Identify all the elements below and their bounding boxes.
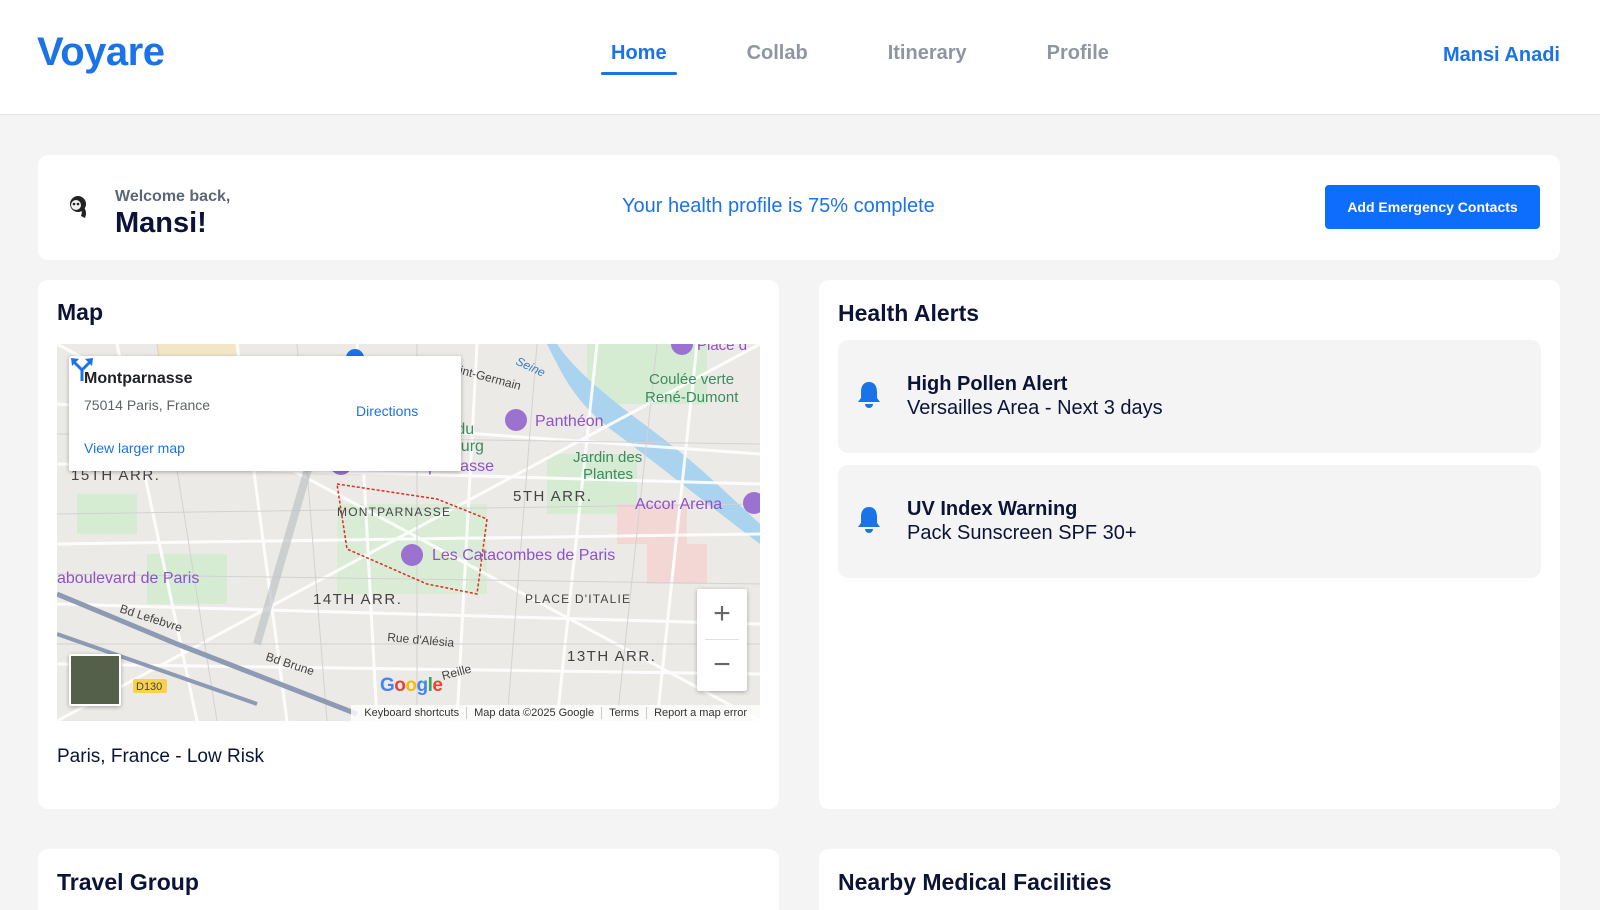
avatar-icon [70,196,86,218]
keyboard-shortcuts-link[interactable]: Keyboard shortcuts [357,707,466,719]
place-name: Montparnasse [84,370,193,387]
map-label-accor: Accor Arena [635,496,722,513]
map-label-14th: 14TH ARR. [313,591,402,608]
add-emergency-contacts-button[interactable]: Add Emergency Contacts [1325,185,1540,229]
top-header: Voyare Home Collab Itinerary Profile Man… [0,0,1600,115]
alert-title: High Pollen Alert [907,373,1068,395]
map-attribution: Keyboard shortcuts Map data ©2025 Google… [351,705,760,721]
welcome-greeting: Welcome back, [115,188,231,205]
map-label-jardin1: Jardin des [573,449,642,466]
medical-facilities-title: Nearby Medical Facilities [838,869,1112,895]
map-label-5th: 5TH ARR. [513,488,593,505]
zoom-in-button[interactable]: + [697,589,747,639]
satellite-toggle[interactable] [69,654,121,706]
zoom-controls: + − [697,589,747,691]
nav-collab[interactable]: Collab [737,42,818,75]
google-logo: Google [380,675,443,696]
map-label-coulee: Coulée verte [649,371,734,388]
place-address: 75014 Paris, France [84,397,211,413]
alert-item: UV Index Warning Pack Sunscreen SPF 30+ [838,465,1541,578]
place-info-box: Montparnasse 75014 Paris, France View la… [69,356,461,471]
bell-icon [858,507,880,533]
travel-group-title: Travel Group [57,869,199,895]
bell-icon [858,382,880,408]
embedded-map[interactable]: 15TH ARR. 5TH ARR. 14TH ARR. 13TH ARR. M… [57,344,760,721]
map-card-title: Map [57,299,103,325]
health-profile-status: Your health profile is 75% complete [622,195,935,217]
alert-detail: Versailles Area - Next 3 days [907,397,1163,419]
map-label-catacombes: Les Catacombes de Paris [432,547,615,564]
nav-itinerary[interactable]: Itinerary [878,42,977,75]
map-label-montparnasse: MONTPARNASSE [337,505,451,519]
directions-icon[interactable] [69,356,95,382]
map-label-d130: D130 [136,681,162,693]
map-label-13th: 13TH ARR. [567,648,656,665]
travel-group-card: Travel Group [38,849,779,910]
map-card: Map 15TH ARR. 5TH ARR. 14TH ARR. 13TH AR… [38,280,779,809]
map-label-rene: René-Dumont [645,389,739,406]
directions-link[interactable]: Directions [356,403,418,419]
map-label-pantheon: Panthéon [535,413,604,430]
nav-profile[interactable]: Profile [1037,42,1119,75]
map-label-place-italie: PLACE D'ITALIE [525,592,631,606]
report-map-error-link[interactable]: Report a map error [646,707,754,719]
view-larger-map-link[interactable]: View larger map [84,440,185,456]
map-data-text: Map data ©2025 Google [466,707,601,719]
terms-link[interactable]: Terms [601,707,646,719]
health-alerts-title: Health Alerts [838,300,980,326]
zoom-out-button[interactable]: − [697,640,747,690]
user-name-link[interactable]: Mansi Anadi [1443,44,1560,67]
alert-title: UV Index Warning [907,498,1078,520]
alert-detail: Pack Sunscreen SPF 30+ [907,522,1137,544]
map-caption: Paris, France - Low Risk [57,746,264,767]
map-label-place-d: Place d [697,344,747,354]
map-label-boulevard: aboulevard de Paris [57,570,199,587]
welcome-card: Welcome back, Mansi! Your health profile… [38,155,1560,260]
nav-home[interactable]: Home [601,42,677,75]
app-logo[interactable]: Voyare [37,30,165,75]
health-alerts-card: Health Alerts High Pollen Alert Versaill… [819,280,1560,809]
map-label-jardin2: Plantes [583,466,633,483]
welcome-name: Mansi! [115,207,207,239]
alert-item: High Pollen Alert Versailles Area - Next… [838,340,1541,453]
medical-facilities-card: Nearby Medical Facilities [819,849,1560,910]
main-nav: Home Collab Itinerary Profile [601,42,1179,75]
